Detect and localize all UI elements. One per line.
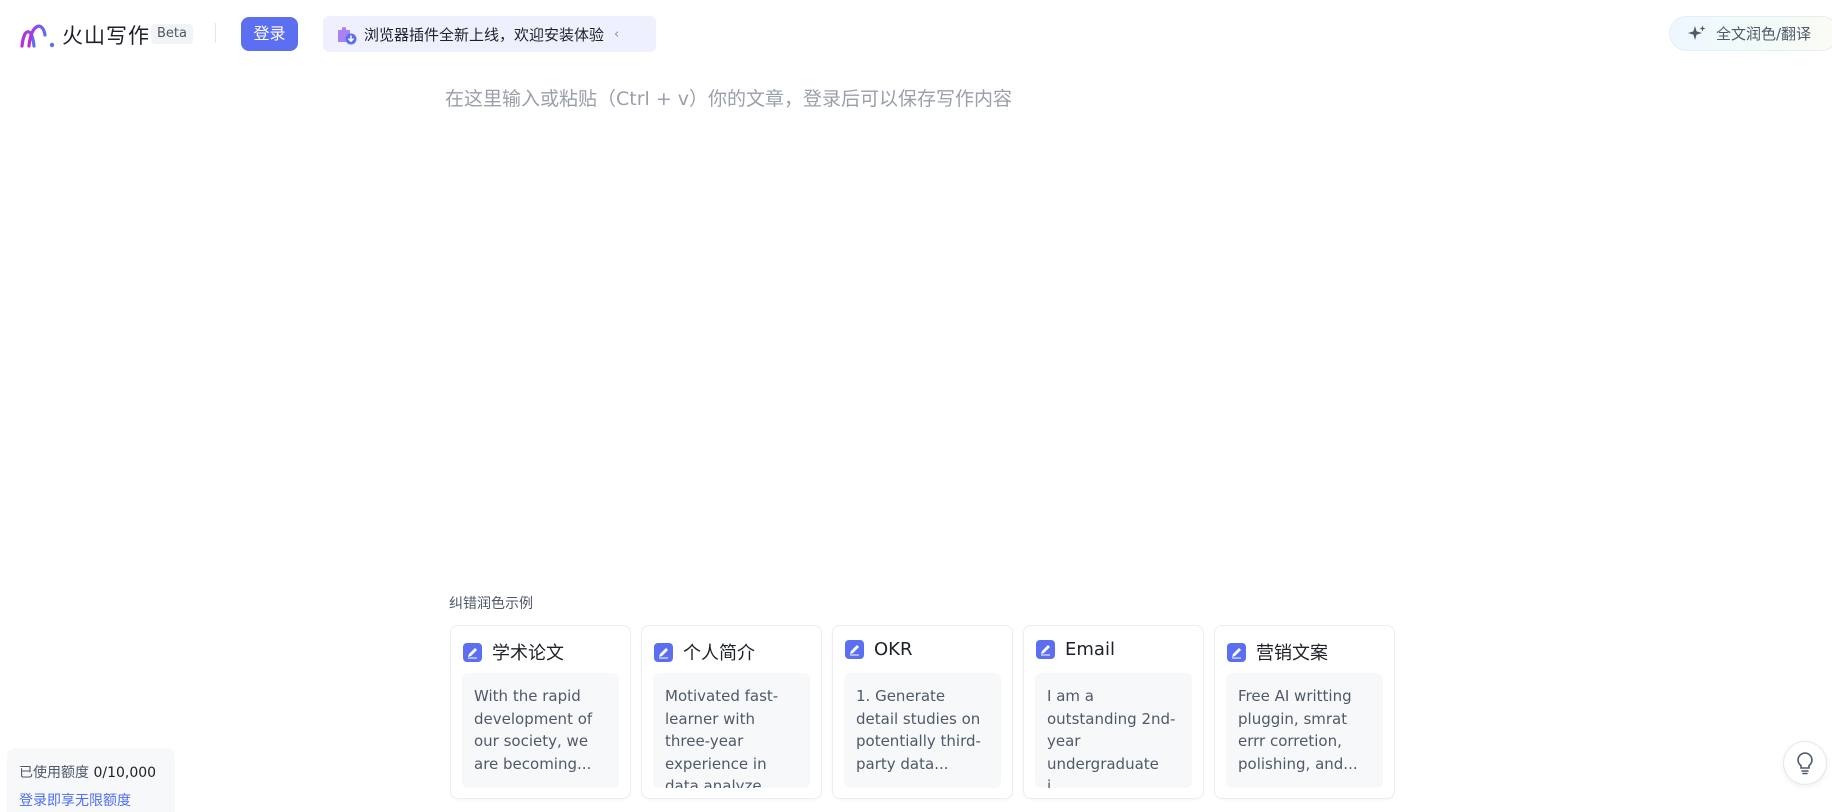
card-title: 个人简介 bbox=[683, 643, 755, 664]
card-title: Email bbox=[1065, 639, 1115, 660]
polish-translate-button[interactable]: 全文润色/翻译 bbox=[1669, 16, 1832, 51]
promo-text: 浏览器插件全新上线，欢迎安装体验 bbox=[364, 25, 605, 44]
tips-button[interactable] bbox=[1783, 741, 1827, 785]
card-preview: Motivated fast-learner with three-year e… bbox=[653, 673, 810, 788]
puzzle-plugin-icon bbox=[338, 26, 357, 45]
volcano-logo-icon bbox=[20, 24, 55, 48]
sparkle-icon bbox=[1688, 25, 1706, 40]
example-card-academic-paper[interactable]: 学术论文 With the rapid development of our s… bbox=[450, 625, 631, 799]
edit-pencil-icon bbox=[654, 642, 673, 662]
unlimited-quota-link[interactable]: 登录即享无限额度 bbox=[19, 790, 175, 810]
card-preview: I am a outstanding 2nd-year undergraduat… bbox=[1035, 673, 1192, 788]
example-card-personal-profile[interactable]: 个人简介 Motivated fast-learner with three-y… bbox=[641, 625, 822, 799]
example-cards: 学术论文 With the rapid development of our s… bbox=[450, 625, 1405, 799]
polish-translate-label: 全文润色/翻译 bbox=[1716, 25, 1812, 43]
quota-panel: 已使用额度 0/10,000 登录即享无限额度 bbox=[7, 748, 175, 812]
card-preview: Free AI writting pluggin, smrat errr cor… bbox=[1226, 673, 1383, 788]
examples-title: 纠错润色示例 bbox=[449, 596, 533, 612]
quota-count: 0/10,000 bbox=[93, 765, 157, 781]
card-title: OKR bbox=[874, 639, 913, 660]
card-preview: 1. Generate detail studies on potentiall… bbox=[844, 673, 1001, 788]
top-bar: 火山写作 Beta 登录 浏览器插件全新上线，欢迎安装体验 ‹ 全文润色/翻译 bbox=[0, 0, 1832, 66]
example-card-marketing-copy[interactable]: 营销文案 Free AI writting pluggin, smrat err… bbox=[1214, 625, 1395, 799]
brand-name: 火山写作 bbox=[62, 24, 150, 48]
example-card-okr[interactable]: OKR 1. Generate detail studies on potent… bbox=[832, 625, 1013, 799]
plugin-promo-banner[interactable]: 浏览器插件全新上线，欢迎安装体验 ‹ bbox=[323, 16, 656, 52]
quota-label: 已使用额度 bbox=[19, 765, 89, 781]
card-title: 营销文案 bbox=[1256, 643, 1328, 664]
chevron-left-icon[interactable]: ‹ bbox=[614, 27, 619, 42]
card-preview: With the rapid development of our societ… bbox=[462, 673, 619, 788]
edit-pencil-icon bbox=[845, 640, 864, 659]
login-button[interactable]: 登录 bbox=[241, 17, 298, 51]
lightbulb-icon bbox=[1797, 752, 1813, 775]
header-divider bbox=[215, 23, 216, 43]
edit-pencil-icon bbox=[1036, 640, 1055, 659]
editor-input[interactable]: 在这里输入或粘贴（Ctrl + v）你的文章，登录后可以保存写作内容 bbox=[445, 84, 1012, 111]
logo[interactable]: 火山写作 bbox=[20, 20, 150, 50]
edit-pencil-icon bbox=[1227, 642, 1246, 662]
edit-pencil-icon bbox=[463, 642, 482, 662]
beta-badge: Beta bbox=[151, 24, 193, 44]
card-title: 学术论文 bbox=[492, 643, 564, 664]
example-card-email[interactable]: Email I am a outstanding 2nd-year underg… bbox=[1023, 625, 1204, 799]
